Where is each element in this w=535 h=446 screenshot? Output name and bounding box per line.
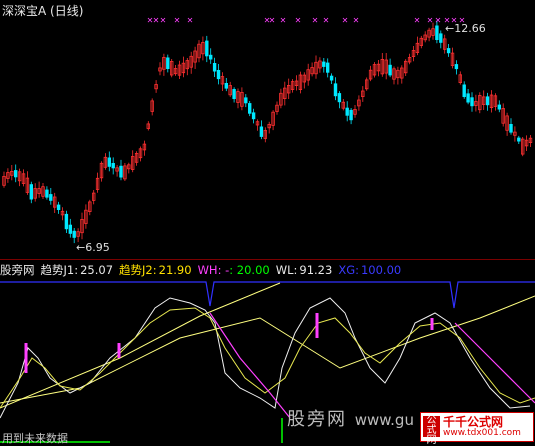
signal-marker: ✕ bbox=[312, 16, 319, 25]
oscillator-white bbox=[0, 297, 531, 419]
j1-label: 趋势J1: bbox=[40, 263, 79, 277]
signal-marker: ✕ bbox=[342, 16, 349, 25]
signal-bar bbox=[430, 318, 434, 330]
wl-value: 91.23 bbox=[299, 263, 333, 277]
low-price-label: ←6.95 bbox=[76, 241, 110, 254]
signal-marker: ✕ bbox=[414, 16, 421, 25]
signal-marker: ✕ bbox=[353, 16, 360, 25]
signal-markers: ✕ ✕ ✕ ✕ ✕ ✕✕ ✕ ✕ ✕ ✕ ✕ ✕ ✕ ✕ ✕ ✕ ✕ ✕ bbox=[147, 16, 466, 25]
signal-marker: ✕ bbox=[323, 16, 330, 25]
period-label: (日线) bbox=[50, 4, 84, 18]
price-chart[interactable]: ✕ ✕ ✕ ✕ ✕ ✕✕ ✕ ✕ ✕ ✕ ✕ ✕ ✕ ✕ ✕ ✕ ✕ ✕ ←12.66 ←6.95 bbox=[0, 0, 535, 258]
xg-label: XG: bbox=[338, 263, 359, 277]
signal-marker: ✕ bbox=[435, 16, 442, 25]
signal-marker: ✕ bbox=[187, 16, 194, 25]
wh-line-2 bbox=[454, 322, 535, 404]
watermark-right-url: www.tdx001.com bbox=[443, 428, 521, 438]
j1-value: 25.07 bbox=[80, 263, 114, 277]
j2-value: 21.90 bbox=[158, 263, 192, 277]
wh-value: : 20.00 bbox=[229, 263, 270, 277]
panel-divider bbox=[0, 259, 535, 260]
signal-bar bbox=[315, 313, 319, 338]
signal-marker: ✕ bbox=[153, 16, 160, 25]
watermark-right: 公式网 千千公式网 www.tdx001.com bbox=[420, 412, 534, 446]
watermark-left-suffix: www.gu bbox=[354, 411, 414, 429]
indicator-name: 股旁网 bbox=[0, 263, 35, 277]
xg-line bbox=[0, 281, 535, 309]
signal-marker: ✕ bbox=[269, 16, 276, 25]
high-price-label: ←12.66 bbox=[445, 22, 486, 35]
xg-value: 100.00 bbox=[360, 263, 402, 277]
seal-icon: 公式网 bbox=[423, 416, 440, 446]
wh-label: WH: - bbox=[197, 263, 230, 277]
candlestick-series bbox=[2, 20, 533, 244]
signal-bar bbox=[117, 343, 121, 358]
signal-marker: ✕ bbox=[427, 16, 434, 25]
signal-marker: ✕ bbox=[280, 16, 287, 25]
signal-marker: ✕ bbox=[295, 16, 302, 25]
signal-bar bbox=[24, 343, 28, 373]
indicator-header: 股旁网 趋势J1: 25.07 趋势J2: 21.90 WH: -: 20.00 WL: 91… bbox=[0, 262, 407, 278]
watermark-left-text: 股旁网 bbox=[287, 409, 347, 430]
watermark-left: 股旁网 www.gu bbox=[287, 405, 414, 431]
signal-marker: ✕ bbox=[174, 16, 181, 25]
wl-label: WL: bbox=[275, 263, 298, 277]
stock-name: 深深宝A bbox=[2, 4, 47, 18]
trend-line-2 bbox=[0, 295, 535, 404]
signal-marker: ✕ bbox=[160, 16, 167, 25]
j2-label: 趋势J2: bbox=[119, 263, 157, 277]
trend-line-1 bbox=[0, 282, 281, 409]
chart-title: 深深宝A (日线) bbox=[2, 2, 83, 19]
footer-note: 用到未来数据 bbox=[2, 432, 68, 445]
